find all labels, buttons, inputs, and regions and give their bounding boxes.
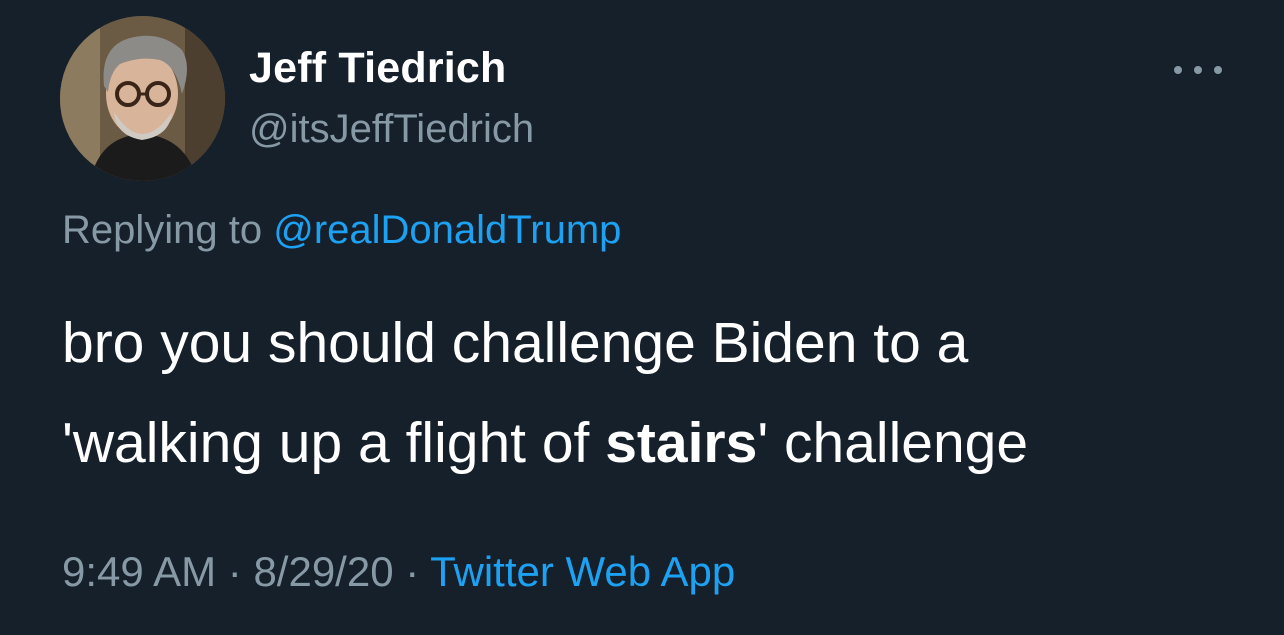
meta-separator: · [216, 548, 254, 595]
avatar[interactable] [60, 16, 225, 181]
tweet-text: bro you should challenge Biden to a 'wal… [62, 293, 1262, 493]
tweet-source-link[interactable]: Twitter Web App [430, 548, 735, 595]
tweet: Jeff Tiedrich @itsJeffTiedrich Replying … [0, 0, 1284, 635]
more-dot [1194, 66, 1202, 74]
author-handle[interactable]: @itsJeffTiedrich [249, 107, 534, 152]
more-dot [1214, 66, 1222, 74]
tweet-text-line-1: bro you should challenge Biden to a [62, 311, 969, 375]
reply-mention-link[interactable]: @realDonaldTrump [273, 208, 621, 252]
reply-prefix: Replying to [62, 208, 274, 252]
tweet-text-bold: stairs [605, 411, 758, 475]
tweet-text-line-2: 'walking up a flight of stairs' challeng… [62, 393, 1262, 493]
meta-separator: · [393, 548, 431, 595]
reply-context: Replying to @realDonaldTrump [62, 208, 621, 253]
more-dot [1174, 66, 1182, 74]
more-horizontal-icon[interactable] [1174, 60, 1222, 80]
author-display-name[interactable]: Jeff Tiedrich [249, 44, 507, 93]
tweet-date[interactable]: 8/29/20 [253, 548, 393, 595]
avatar-photo [60, 16, 225, 181]
tweet-text-segment: 'walking up a flight of [62, 411, 606, 475]
tweet-time[interactable]: 9:49 AM [62, 548, 216, 595]
tweet-meta: 9:49 AM · 8/29/20 · Twitter Web App [62, 548, 735, 596]
tweet-text-segment: ' challenge [757, 411, 1029, 475]
